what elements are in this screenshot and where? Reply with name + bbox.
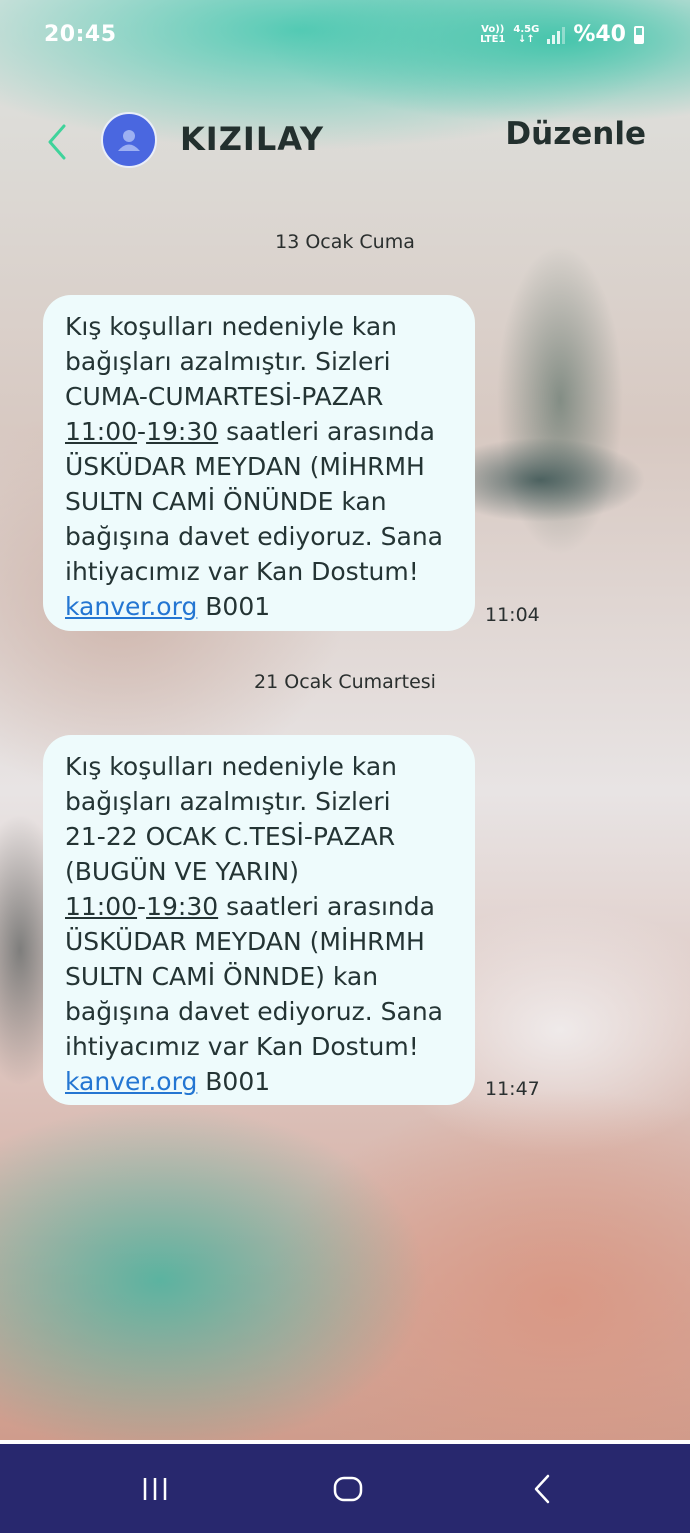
- back-icon: [534, 1474, 550, 1504]
- message-time: 11:47: [485, 1078, 540, 1100]
- message-line: ihtiyacımız var Kan Dostum!: [65, 1032, 419, 1061]
- message-bubble[interactable]: Kış koşulları nedeniyle kan bağışları az…: [43, 735, 475, 1105]
- message-line: CUMA-CUMARTESİ-PAZAR: [65, 382, 384, 411]
- system-navigation-bar: [0, 1444, 690, 1533]
- message-hours-line: 11:00-19:30 saatleri arasında: [65, 892, 435, 921]
- message-line: bağışına davet ediyoruz. Sana: [65, 522, 443, 551]
- status-indicators: Vo)) LTE1 4.5G ↓↑ %40: [480, 22, 644, 47]
- message-hours-line: 11:00-19:30 saatleri arasında: [65, 417, 435, 446]
- home-button[interactable]: [318, 1466, 378, 1512]
- date-separator: 13 Ocak Cuma: [275, 231, 415, 253]
- conversation-header: KIZILAY Düzenle: [0, 100, 690, 184]
- chat-wallpaper: [0, 0, 690, 1440]
- status-time: 20:45: [44, 22, 117, 47]
- chevron-left-icon: [48, 124, 66, 160]
- battery-icon: [634, 25, 644, 44]
- message-line: bağışına davet ediyoruz. Sana: [65, 997, 443, 1026]
- end-time[interactable]: 19:30: [146, 417, 218, 446]
- battery-percent: %40: [573, 22, 626, 47]
- message-line: Kış koşulları nedeniyle kan: [65, 752, 397, 781]
- message-line: ihtiyacımız var Kan Dostum!: [65, 557, 419, 586]
- message-link-line: kanver.org B001: [65, 592, 271, 621]
- recent-apps-icon: [143, 1478, 167, 1500]
- volte-indicator: Vo)) LTE1: [480, 23, 506, 45]
- message-line: bağışları azalmıştır. Sizleri: [65, 347, 391, 376]
- date-separator: 21 Ocak Cumartesi: [254, 671, 436, 693]
- message-bubble[interactable]: Kış koşulları nedeniyle kan bağışları az…: [43, 295, 475, 631]
- edit-button[interactable]: Düzenle: [505, 116, 646, 152]
- message-line: Kış koşulları nedeniyle kan: [65, 312, 397, 341]
- message-line: bağışları azalmıştır. Sizleri: [65, 787, 391, 816]
- back-button[interactable]: [40, 120, 76, 164]
- message-time: 11:04: [485, 604, 540, 626]
- message-link-line: kanver.org B001: [65, 1067, 271, 1096]
- contact-name[interactable]: KIZILAY: [180, 120, 324, 158]
- message-line: ÜSKÜDAR MEYDAN (MİHRMH: [65, 452, 425, 481]
- person-icon: [118, 130, 140, 151]
- status-bar: 20:45 Vo)) LTE1 4.5G ↓↑ %40: [0, 0, 690, 72]
- kanver-link[interactable]: kanver.org: [65, 1067, 197, 1096]
- kanver-link[interactable]: kanver.org: [65, 592, 197, 621]
- message-line: ÜSKÜDAR MEYDAN (MİHRMH: [65, 927, 425, 956]
- start-time[interactable]: 11:00: [65, 892, 137, 921]
- end-time[interactable]: 19:30: [146, 892, 218, 921]
- message-line: SULTN CAMİ ÖNÜNDE kan: [65, 487, 387, 516]
- network-type-indicator: 4.5G ↓↑: [513, 23, 540, 45]
- back-nav-button[interactable]: [512, 1466, 572, 1512]
- message-line: (BUGÜN VE YARIN): [65, 857, 299, 886]
- home-icon: [333, 1476, 363, 1502]
- signal-strength-icon: [547, 26, 566, 44]
- contact-avatar[interactable]: [101, 112, 157, 168]
- data-arrows-icon: ↓↑: [517, 33, 535, 45]
- start-time[interactable]: 11:00: [65, 417, 137, 446]
- recent-apps-button[interactable]: [125, 1466, 185, 1512]
- message-line: 21-22 OCAK C.TESİ-PAZAR: [65, 822, 396, 851]
- message-line: SULTN CAMİ ÖNNDE) kan: [65, 962, 379, 991]
